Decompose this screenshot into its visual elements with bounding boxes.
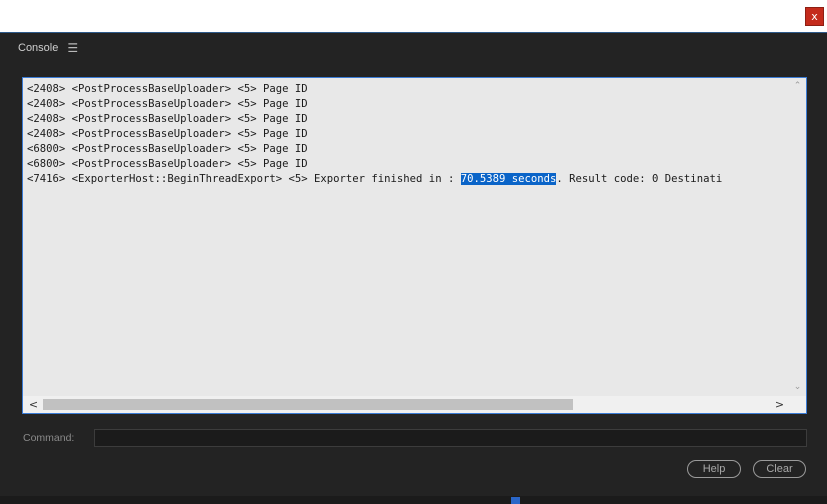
- log-text: <7416> <ExporterHost::BeginThreadExport>…: [27, 173, 461, 185]
- log-line[interactable]: <7416> <ExporterHost::BeginThreadExport>…: [27, 172, 787, 187]
- vertical-scrollbar[interactable]: ⌃ ⌄: [789, 78, 806, 395]
- hamburger-menu-icon[interactable]: ☰: [67, 42, 78, 54]
- console-output[interactable]: <2408> <PostProcessBaseUploader> <5> Pag…: [22, 77, 807, 414]
- scroll-down-icon[interactable]: ⌄: [789, 379, 806, 395]
- scroll-right-icon[interactable]: >: [771, 396, 788, 413]
- log-line[interactable]: <6800> <PostProcessBaseUploader> <5> Pag…: [27, 142, 787, 157]
- log-text: <6800> <PostProcessBaseUploader> <5> Pag…: [27, 143, 308, 155]
- log-area[interactable]: <2408> <PostProcessBaseUploader> <5> Pag…: [27, 82, 787, 392]
- log-text: <6800> <PostProcessBaseUploader> <5> Pag…: [27, 158, 308, 170]
- log-line[interactable]: <2408> <PostProcessBaseUploader> <5> Pag…: [27, 82, 787, 97]
- log-line[interactable]: <2408> <PostProcessBaseUploader> <5> Pag…: [27, 112, 787, 127]
- taskbar-strip: [0, 496, 827, 504]
- horizontal-scroll-thumb[interactable]: [43, 399, 573, 410]
- log-text: <2408> <PostProcessBaseUploader> <5> Pag…: [27, 83, 308, 95]
- title-bar[interactable]: x: [0, 0, 827, 32]
- console-window: x Console ☰ <2408> <PostProcessBaseUploa…: [0, 0, 827, 504]
- command-label: Command:: [23, 432, 75, 444]
- console-panel: Console ☰ <2408> <PostProcessBaseUploade…: [0, 32, 827, 504]
- taskbar-accent: [511, 497, 520, 504]
- horizontal-scroll-track[interactable]: [43, 399, 769, 410]
- log-text: . Result code: 0 Destinati: [556, 173, 723, 185]
- scroll-left-icon[interactable]: <: [25, 396, 42, 413]
- panel-title: Console: [18, 42, 59, 54]
- scroll-up-icon[interactable]: ⌃: [789, 78, 806, 94]
- log-text: <2408> <PostProcessBaseUploader> <5> Pag…: [27, 113, 308, 125]
- log-line[interactable]: <2408> <PostProcessBaseUploader> <5> Pag…: [27, 127, 787, 142]
- log-text: <2408> <PostProcessBaseUploader> <5> Pag…: [27, 128, 308, 140]
- clear-button[interactable]: Clear: [753, 460, 806, 478]
- log-line[interactable]: <2408> <PostProcessBaseUploader> <5> Pag…: [27, 97, 787, 112]
- panel-header: Console ☰: [18, 40, 78, 56]
- close-button[interactable]: x: [805, 7, 824, 26]
- log-text: <2408> <PostProcessBaseUploader> <5> Pag…: [27, 98, 308, 110]
- horizontal-scrollbar[interactable]: < >: [23, 396, 806, 413]
- selected-text[interactable]: 70.5389 seconds: [460, 173, 557, 185]
- help-button[interactable]: Help: [687, 460, 741, 478]
- command-input[interactable]: [94, 429, 807, 447]
- log-line[interactable]: <6800> <PostProcessBaseUploader> <5> Pag…: [27, 157, 787, 172]
